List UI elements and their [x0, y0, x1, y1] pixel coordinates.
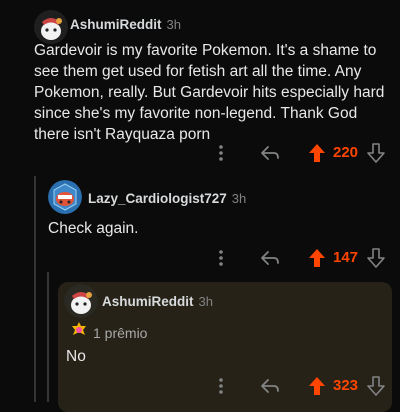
- avatar-icon: [34, 10, 68, 44]
- comment-body: No: [66, 348, 86, 365]
- award-icon: [70, 321, 88, 344]
- timestamp: 3h: [166, 17, 181, 32]
- avatar[interactable]: [34, 10, 68, 44]
- upvote-icon[interactable]: [308, 143, 326, 168]
- timestamp: 3h: [198, 294, 213, 309]
- award-count: 1 prêmio: [93, 324, 148, 341]
- avatar-icon: [64, 284, 98, 318]
- avatar[interactable]: [64, 284, 98, 318]
- username[interactable]: Lazy_Cardiologist727: [88, 191, 227, 206]
- comment-body: Check again.: [48, 220, 139, 237]
- more-options-icon[interactable]: [218, 248, 224, 273]
- upvote-icon[interactable]: [308, 376, 326, 401]
- downvote-icon[interactable]: [367, 143, 385, 168]
- avatar[interactable]: [48, 180, 82, 214]
- username[interactable]: AshumiReddit: [102, 294, 194, 309]
- score: 323: [333, 377, 359, 394]
- avatar-icon: [48, 180, 82, 214]
- more-options-icon[interactable]: [218, 376, 224, 401]
- score: 220: [333, 144, 359, 161]
- score: 147: [333, 249, 359, 266]
- thread-line: [47, 272, 49, 402]
- username[interactable]: AshumiReddit: [70, 17, 162, 32]
- award-badge[interactable]: 1 prêmio: [70, 321, 147, 344]
- downvote-icon[interactable]: [367, 248, 385, 273]
- more-options-icon[interactable]: [218, 143, 224, 168]
- reply-icon[interactable]: [260, 377, 280, 400]
- thread-line: [34, 176, 36, 402]
- comment-body: Gardevoir is my favorite Pokemon. It's a…: [34, 42, 385, 143]
- upvote-icon[interactable]: [308, 248, 326, 273]
- reply-icon[interactable]: [260, 144, 280, 167]
- reply-icon[interactable]: [260, 249, 280, 272]
- downvote-icon[interactable]: [367, 376, 385, 401]
- timestamp: 3h: [231, 191, 247, 206]
